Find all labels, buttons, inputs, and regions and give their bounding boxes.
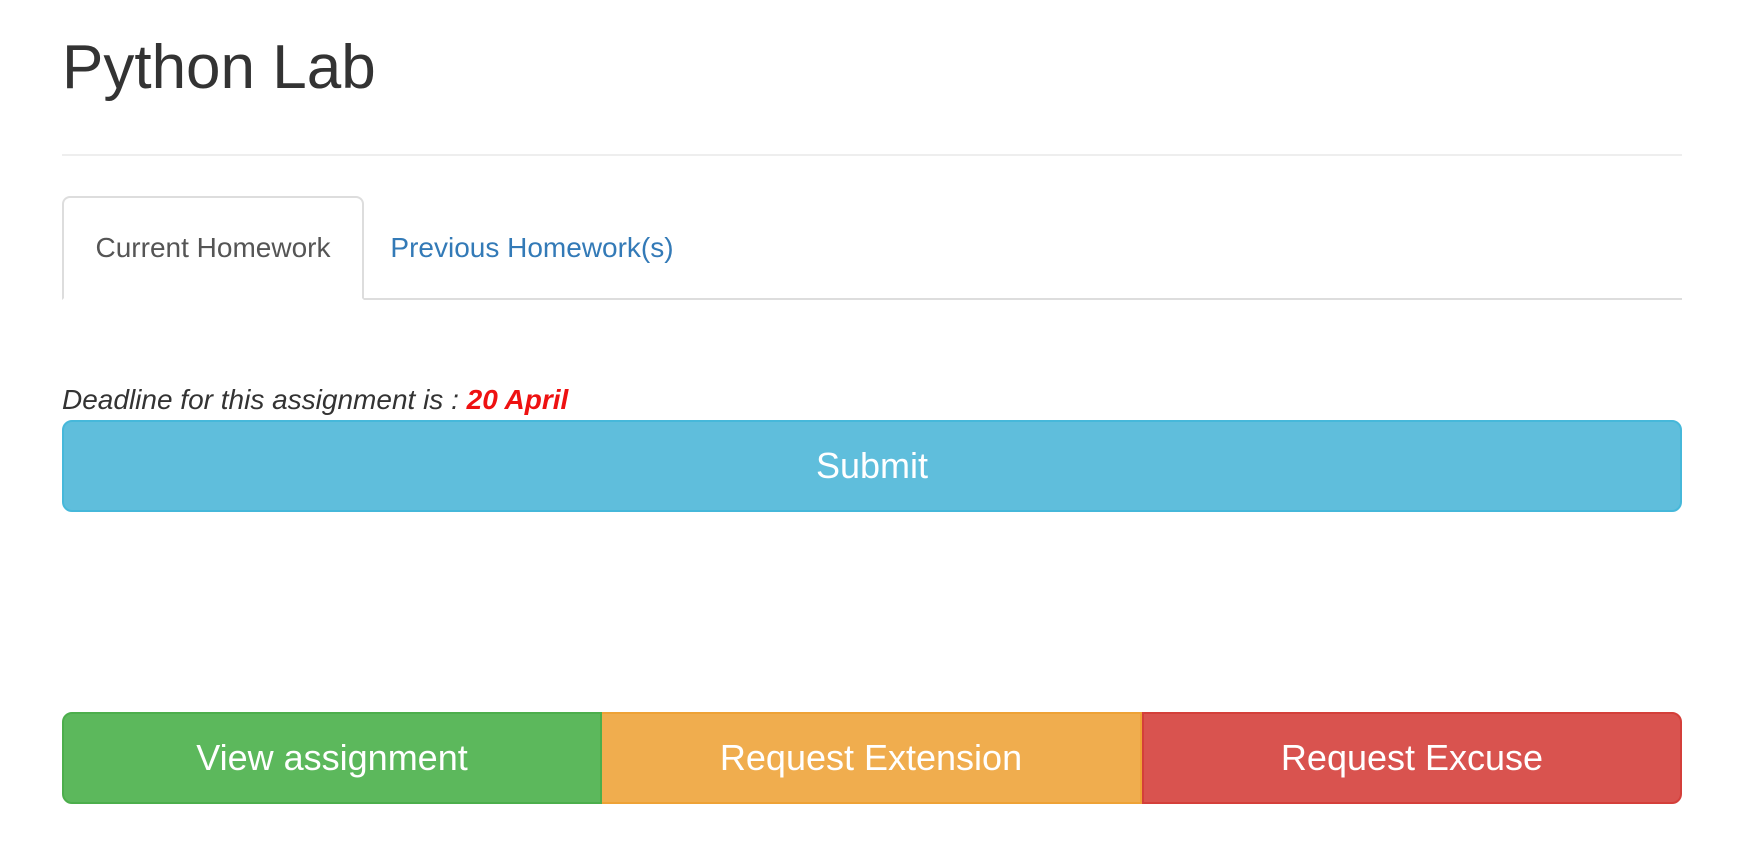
request-extension-button[interactable]: Request Extension [602, 712, 1142, 804]
title-divider [62, 154, 1682, 156]
request-excuse-button[interactable]: Request Excuse [1142, 712, 1682, 804]
deadline-notice: Deadline for this assignment is : 20 Apr… [62, 382, 568, 418]
tab-previous-homework[interactable]: Previous Homework(s) [364, 196, 700, 300]
tab-current-homework-label: Current Homework [95, 232, 331, 263]
deadline-text: Deadline for this assignment is : [62, 384, 459, 415]
request-excuse-label: Request Excuse [1280, 737, 1544, 778]
request-extension-label: Request Extension [719, 737, 1023, 778]
view-assignment-button[interactable]: View assignment [62, 712, 602, 804]
homework-tabs: Current Homework Previous Homework(s) [62, 196, 1682, 300]
page-title: Python Lab [62, 33, 376, 102]
tab-current-homework[interactable]: Current Homework [62, 196, 364, 300]
tab-previous-homework-label: Previous Homework(s) [390, 232, 674, 263]
view-assignment-label: View assignment [196, 737, 468, 778]
submit-button-label: Submit [815, 445, 929, 486]
assignment-actions: View assignment Request Extension Reques… [62, 712, 1682, 804]
deadline-date: 20 April [466, 384, 569, 415]
submit-button[interactable]: Submit [62, 420, 1682, 512]
